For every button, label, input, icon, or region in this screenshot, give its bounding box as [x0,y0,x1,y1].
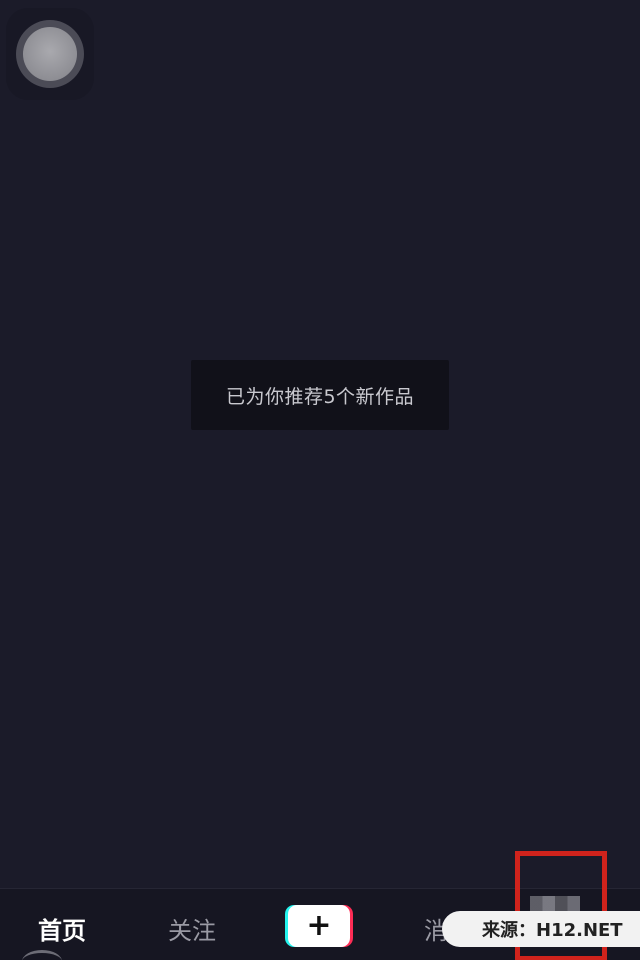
tab-home[interactable]: 首页 [38,911,86,946]
assistive-touch-button[interactable] [6,8,94,100]
source-watermark: 来源：H12.NET [442,911,640,947]
create-video-button[interactable]: + [285,905,353,947]
plus-icon: + [288,905,350,947]
tab-follow[interactable]: 关注 [168,911,216,946]
toast-text: 已为你推荐5个新作品 [225,385,415,408]
watermark-text: 来源：H12.NET [482,920,623,941]
assistive-touch-dot-icon [23,27,77,81]
recommendation-toast: 已为你推荐5个新作品 [191,360,449,430]
app-screen: 已为你推荐5个新作品 首页 关注 消 + 来源：H12.NET [0,0,640,960]
